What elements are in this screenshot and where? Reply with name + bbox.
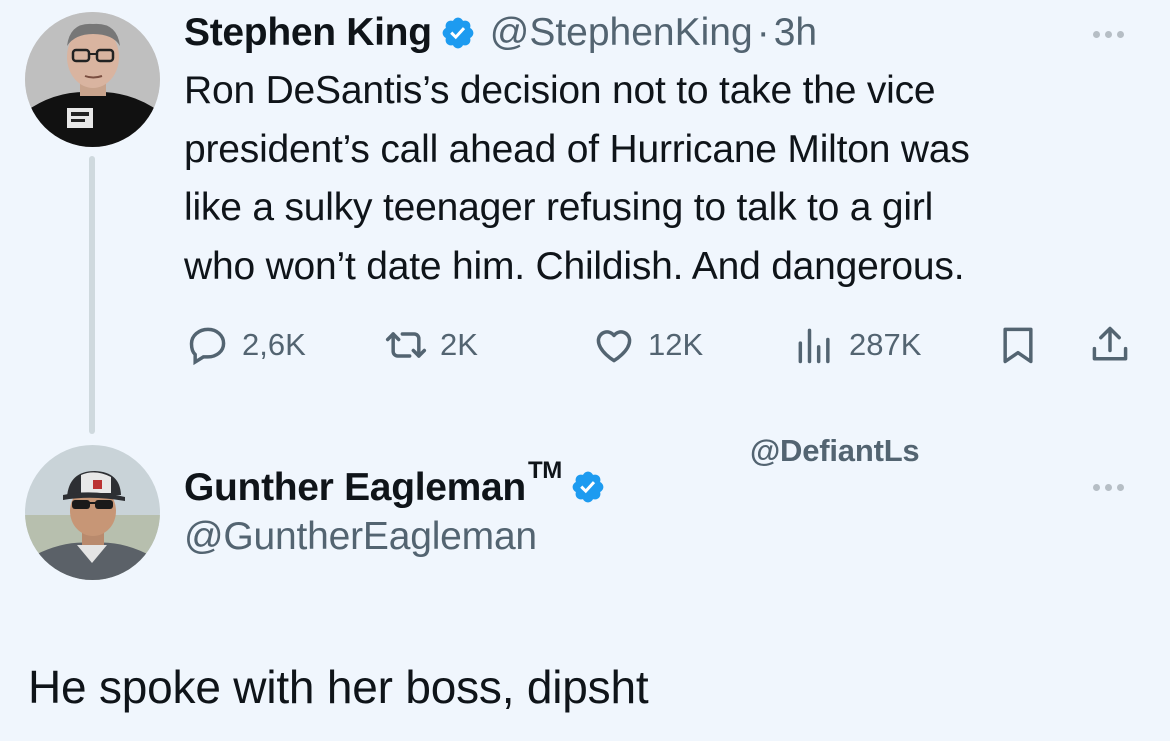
- trademark-symbol: TM: [527, 456, 562, 484]
- tweet-time[interactable]: 3h: [774, 11, 817, 55]
- verified-badge-icon: [572, 471, 604, 503]
- tweet-header: Stephen King @StephenKing · 3h: [184, 8, 817, 58]
- views-count: 287K: [849, 327, 922, 362]
- author-handle[interactable]: @StephenKing: [490, 11, 753, 55]
- reply-author-handle[interactable]: @GuntherEagleman: [184, 515, 537, 559]
- views-icon: [798, 328, 830, 364]
- tweet-text: Ron DeSantis’s decision not to take the …: [184, 62, 1144, 296]
- reply-author-name[interactable]: Gunther EaglemanTM: [184, 457, 562, 510]
- tweet-text-line: president’s call ahead of Hurricane Milt…: [184, 127, 970, 171]
- avatar-gunther-eagleman[interactable]: [25, 445, 160, 580]
- more-options-icon[interactable]: [1093, 31, 1124, 38]
- more-options-icon[interactable]: [1093, 484, 1124, 491]
- tweet-text-line: who won’t date him. Childish. And danger…: [184, 244, 965, 288]
- retweet-button[interactable]: 2K: [384, 322, 478, 368]
- reply-icon: [189, 327, 226, 366]
- separator-dot: ·: [756, 11, 770, 54]
- bookmark-button[interactable]: [996, 322, 1040, 368]
- like-count: 12K: [648, 327, 704, 362]
- share-button[interactable]: [1088, 322, 1132, 368]
- reply-count: 2,6K: [242, 327, 306, 362]
- like-button[interactable]: 12K: [592, 322, 703, 368]
- verified-badge-icon: [442, 17, 474, 49]
- retweet-count: 2K: [440, 327, 478, 362]
- reply-text: He spoke with her boss, dipsht: [28, 661, 649, 713]
- bookmark-icon: [1003, 327, 1033, 364]
- views-button[interactable]: 287K: [793, 322, 921, 368]
- retweet-icon: [385, 332, 427, 358]
- tweet-text-line: like a sulky teenager refusing to talk t…: [184, 186, 934, 229]
- heart-icon: [596, 330, 632, 363]
- watermark: @DefiantLs: [750, 433, 920, 468]
- thread-connector-line: [89, 156, 95, 434]
- author-name[interactable]: Stephen King: [184, 11, 432, 55]
- reply-button[interactable]: 2,6K: [186, 322, 306, 368]
- avatar-stephen-king[interactable]: [25, 12, 160, 147]
- reply-profile-header: Gunther EaglemanTM: [184, 457, 606, 511]
- share-icon: [1092, 326, 1128, 361]
- tweet-text-line: Ron DeSantis’s decision not to take the …: [184, 69, 936, 112]
